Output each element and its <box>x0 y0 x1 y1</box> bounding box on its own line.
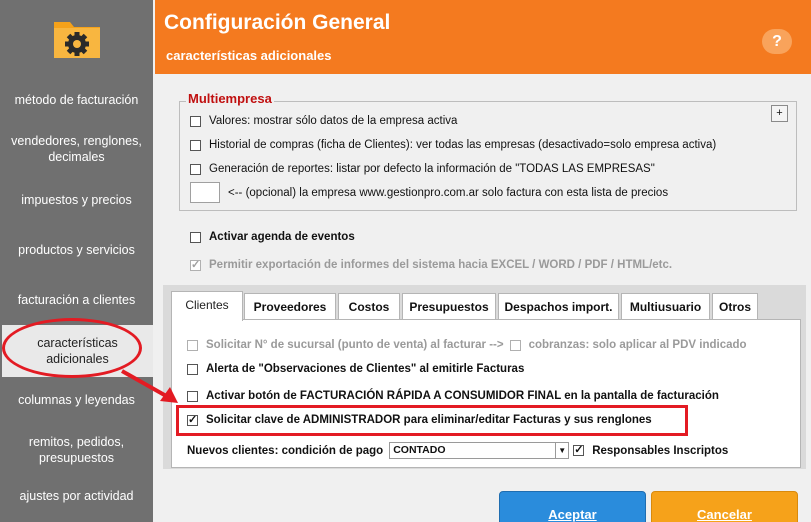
checkbox[interactable] <box>190 139 201 151</box>
option-label: Alerta de "Observaciones de Clientes" al… <box>206 363 525 375</box>
condicion-pago-select[interactable]: CONTADO ▼ <box>389 442 570 459</box>
page-subtitle: características adicionales <box>166 48 332 63</box>
multiempresa-legend: Multiempresa <box>186 91 274 106</box>
highlight-box <box>176 405 688 436</box>
option-label: Activar agenda de eventos <box>209 231 355 243</box>
sidebar-item-impuestos[interactable]: impuestos y precios <box>0 192 153 208</box>
checkbox[interactable] <box>190 231 201 243</box>
sidebar-item-metodo-facturacion[interactable]: método de facturación <box>0 92 153 108</box>
option-sucursal[interactable]: Solicitar N° de sucursal (punto de venta… <box>187 339 747 351</box>
chevron-down-icon[interactable]: ▼ <box>555 443 568 458</box>
condicion-pago-value: CONTADO <box>393 444 446 456</box>
tab-multiusuario[interactable]: Multiusuario <box>621 293 710 320</box>
option-valores[interactable]: Valores: mostrar sólo datos de la empres… <box>190 115 457 127</box>
option-label: Generación de reportes: listar por defec… <box>209 163 655 175</box>
price-list-label: <-- (opcional) la empresa www.gestionpro… <box>228 186 669 199</box>
checkbox[interactable] <box>187 339 198 351</box>
tab-presupuestos[interactable]: Presupuestos <box>402 293 496 320</box>
checkbox[interactable] <box>190 258 201 271</box>
checkbox[interactable] <box>190 163 201 175</box>
folder-gear-icon <box>54 22 100 58</box>
checkbox[interactable] <box>190 115 201 127</box>
option-export[interactable]: Permitir exportación de informes del sis… <box>190 258 673 271</box>
tab-proveedores[interactable]: Proveedores <box>244 293 336 320</box>
header: Configuración General características ad… <box>155 0 811 74</box>
checkbox-cobranzas[interactable] <box>509 339 521 351</box>
option-alerta[interactable]: Alerta de "Observaciones de Clientes" al… <box>187 363 524 375</box>
option-label: Activar botón de FACTURACIÓN RÁPIDA A CO… <box>206 390 719 402</box>
sidebar-item-productos[interactable]: productos y servicios <box>0 242 153 258</box>
nuevos-clientes-row: Nuevos clientes: condición de pago CONTA… <box>187 442 728 459</box>
expand-button[interactable]: + <box>771 105 788 122</box>
price-list-row: <-- (opcional) la empresa www.gestionpro… <box>190 182 668 203</box>
nuevos-clientes-label: Nuevos clientes: condición de pago <box>187 444 384 457</box>
tab-clientes[interactable]: Clientes <box>171 291 243 321</box>
sidebar-item-remitos[interactable]: remitos, pedidos, presupuestos <box>0 434 153 466</box>
option-facturacion-rapida[interactable]: Activar botón de FACTURACIÓN RÁPIDA A CO… <box>187 390 719 402</box>
option-label: Solicitar N° de sucursal (punto de venta… <box>206 339 504 351</box>
price-list-input[interactable] <box>190 182 220 203</box>
option-label: Historial de compras (ficha de Clientes)… <box>209 139 717 151</box>
responsables-label: Responsables Inscriptos <box>592 444 729 457</box>
tab-despachos[interactable]: Despachos import. <box>498 293 619 320</box>
option-agenda[interactable]: Activar agenda de eventos <box>190 231 355 243</box>
arrow-icon <box>121 369 178 403</box>
checkbox-responsables[interactable] <box>573 443 585 456</box>
option-historial[interactable]: Historial de compras (ficha de Clientes)… <box>190 139 716 151</box>
option-label: Valores: mostrar sólo datos de la empres… <box>209 115 458 127</box>
cancel-button[interactable]: Cancelar <box>651 491 798 522</box>
sidebar-item-ajustes[interactable]: ajustes por actividad <box>0 488 153 504</box>
sidebar-item-facturacion-clientes[interactable]: facturación a clientes <box>0 292 153 308</box>
page-title: Configuración General <box>164 11 391 34</box>
option-label-cobranzas: cobranzas: solo aplicar al PDV indicado <box>528 339 747 351</box>
option-label: Permitir exportación de informes del sis… <box>209 259 673 271</box>
sidebar-item-vendedores[interactable]: vendedores, renglones, decimales <box>0 133 153 165</box>
option-reportes[interactable]: Generación de reportes: listar por defec… <box>190 163 655 175</box>
help-button[interactable]: ? <box>762 29 792 54</box>
tab-otros[interactable]: Otros <box>712 293 758 320</box>
accept-button[interactable]: Aceptar <box>499 491 646 522</box>
sidebar: método de facturación vendedores, renglo… <box>0 0 153 522</box>
tab-costos[interactable]: Costos <box>338 293 400 320</box>
